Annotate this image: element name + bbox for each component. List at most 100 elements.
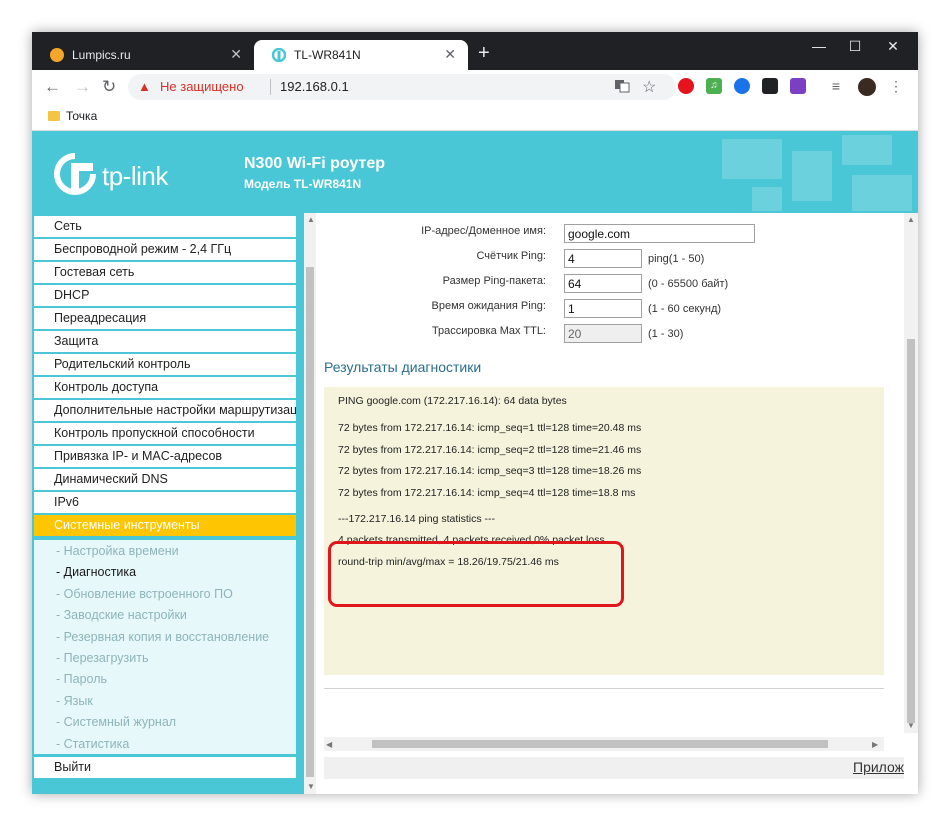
- ttl-hint: (1 - 30): [648, 328, 684, 340]
- horizontal-scrollbar[interactable]: ◀ ▶: [324, 737, 884, 751]
- folder-icon: [48, 111, 60, 121]
- scroll-thumb[interactable]: [306, 267, 314, 777]
- new-tab-button[interactable]: +: [478, 42, 490, 65]
- tab-router[interactable]: TL-WR841N ✕: [254, 40, 468, 70]
- sidebar-scrollbar[interactable]: ▲ ▼: [304, 213, 316, 794]
- logo-text: tp-link: [102, 161, 168, 191]
- scroll-up-icon[interactable]: ▲: [907, 215, 915, 224]
- sidebar-subitem-language[interactable]: - Язык: [56, 694, 93, 708]
- tab-title: TL-WR841N: [294, 48, 361, 62]
- result-line: PING google.com (172.217.16.14): 64 data…: [338, 395, 567, 407]
- opera-extension-icon[interactable]: [678, 78, 694, 94]
- scroll-down-icon[interactable]: ▼: [907, 721, 915, 730]
- window-close-button[interactable]: ✕: [878, 38, 908, 55]
- sidebar-item-forwarding[interactable]: Переадресация: [34, 308, 296, 329]
- sidebar-item-parental[interactable]: Родительский контроль: [34, 354, 296, 375]
- highlight-box: [328, 541, 624, 607]
- security-label[interactable]: Не защищено: [160, 79, 244, 94]
- count-hint: ping(1 - 50): [648, 253, 705, 265]
- sidebar-subitem-factory[interactable]: - Заводские настройки: [56, 608, 187, 622]
- purple-extension-icon[interactable]: [790, 78, 806, 94]
- scroll-down-icon[interactable]: ▼: [307, 782, 315, 791]
- browser-window: Lumpics.ru ✕ TL-WR841N ✕ + — ☐ ✕ ← → ↻ ▲…: [32, 32, 918, 794]
- size-input[interactable]: 64: [564, 274, 642, 293]
- package-extension-icon[interactable]: [762, 78, 778, 94]
- scroll-right-icon[interactable]: ▶: [872, 740, 878, 749]
- bookmark-item[interactable]: Точка: [66, 109, 97, 123]
- sidebar-item-binding[interactable]: Привязка IP- и MAC-адресов: [34, 446, 296, 467]
- scroll-up-icon[interactable]: ▲: [307, 215, 315, 224]
- timeout-label: Время ожидания Ping:: [431, 300, 547, 312]
- footer-link[interactable]: Прилож: [853, 759, 904, 775]
- forward-button[interactable]: →: [74, 77, 91, 97]
- footer-bar: Прилож: [324, 757, 904, 779]
- tplink-logo-icon: [54, 153, 96, 195]
- tab-lumpics[interactable]: Lumpics.ru ✕: [32, 40, 254, 70]
- maximize-button[interactable]: ☐: [840, 38, 870, 55]
- ip-input[interactable]: google.com: [564, 224, 755, 243]
- sidebar-item-system-tools[interactable]: Системные инструменты: [34, 515, 296, 536]
- main-content: IP-адрес/Доменное имя: google.com Счётчи…: [316, 213, 918, 794]
- router-header: tp-link N300 Wi-Fi роутер Модель TL-WR84…: [32, 131, 918, 213]
- sidebar-item-security[interactable]: Защита: [34, 331, 296, 352]
- sidebar-item-bandwidth[interactable]: Контроль пропускной способности: [34, 423, 296, 444]
- translate-icon[interactable]: [614, 78, 630, 97]
- ttl-input: 20: [564, 324, 642, 343]
- count-input[interactable]: 4: [564, 249, 642, 268]
- back-button[interactable]: ←: [44, 77, 61, 97]
- vpn-extension-icon[interactable]: [734, 78, 750, 94]
- bookmarks-bar: Точка: [32, 104, 918, 131]
- ip-label: IP-адрес/Доменное имя:: [421, 225, 546, 237]
- tab-strip: Lumpics.ru ✕ TL-WR841N ✕ + — ☐ ✕: [32, 32, 918, 70]
- sidebar: Сеть Беспроводной режим - 2,4 ГГц Гостев…: [32, 213, 316, 794]
- sidebar-item-network[interactable]: Сеть: [34, 216, 296, 237]
- scroll-left-icon[interactable]: ◀: [326, 740, 332, 749]
- result-line: 72 bytes from 172.217.16.14: icmp_seq=2 …: [338, 444, 642, 456]
- sidebar-item-wireless[interactable]: Беспроводной режим - 2,4 ГГц: [34, 239, 296, 260]
- results-title: Результаты диагностики: [324, 359, 482, 375]
- url-text[interactable]: 192.168.0.1: [280, 79, 349, 94]
- sidebar-subitem-statistics[interactable]: - Статистика: [56, 737, 129, 751]
- more-menu-icon[interactable]: ⋮: [888, 78, 904, 94]
- result-line: ---172.217.16.14 ping statistics ---: [338, 513, 495, 525]
- close-icon[interactable]: ✕: [230, 46, 242, 63]
- model-title: N300 Wi-Fi роутер: [244, 155, 386, 172]
- sidebar-item-routing[interactable]: Дополнительные настройки маршрутизации: [34, 400, 296, 421]
- browser-toolbar: ← → ↻ ▲ Не защищено 192.168.0.1 ☆ ♫ ≡ ⋮: [32, 70, 918, 104]
- address-bar[interactable]: ▲ Не защищено 192.168.0.1 ☆: [128, 74, 676, 100]
- reading-list-icon[interactable]: ≡: [828, 78, 844, 94]
- music-extension-icon[interactable]: ♫: [706, 78, 722, 94]
- count-label: Счётчик Ping:: [476, 250, 546, 262]
- logout-button[interactable]: Выйти: [34, 757, 296, 778]
- main-scrollbar[interactable]: ▲ ▼: [904, 213, 918, 733]
- sidebar-item-dhcp[interactable]: DHCP: [34, 285, 296, 306]
- sidebar-subitem-firmware[interactable]: - Обновление встроенного ПО: [56, 587, 233, 601]
- sidebar-item-guest[interactable]: Гостевая сеть: [34, 262, 296, 283]
- sidebar-subitem-reboot[interactable]: - Перезагрузить: [56, 651, 148, 665]
- divider: [270, 79, 271, 95]
- minimize-button[interactable]: —: [804, 38, 834, 54]
- size-hint: (0 - 65500 байт): [648, 278, 729, 290]
- sidebar-item-access[interactable]: Контроль доступа: [34, 377, 296, 398]
- size-label: Размер Ping-пакета:: [442, 275, 546, 287]
- submenu: - Настройка времени - Диагностика - Обно…: [34, 540, 296, 754]
- avatar[interactable]: [858, 78, 876, 96]
- result-line: 72 bytes from 172.217.16.14: icmp_seq=1 …: [338, 422, 642, 434]
- scroll-thumb[interactable]: [372, 740, 828, 748]
- sidebar-subitem-syslog[interactable]: - Системный журнал: [56, 715, 176, 729]
- sidebar-subitem-time[interactable]: - Настройка времени: [56, 544, 179, 558]
- sidebar-item-ipv6[interactable]: IPv6: [34, 492, 296, 513]
- close-icon[interactable]: ✕: [444, 46, 456, 63]
- timeout-input[interactable]: 1: [564, 299, 642, 318]
- sidebar-subitem-diagnostics[interactable]: - Диагностика: [56, 565, 136, 579]
- scroll-thumb[interactable]: [907, 339, 915, 723]
- reload-button[interactable]: ↻: [102, 77, 116, 97]
- result-line: 72 bytes from 172.217.16.14: icmp_seq=4 …: [338, 487, 636, 499]
- warning-icon[interactable]: ▲: [138, 79, 151, 94]
- timeout-hint: (1 - 60 секунд): [648, 303, 722, 315]
- sidebar-subitem-backup[interactable]: - Резервная копия и восстановление: [56, 630, 269, 644]
- model-subtitle: Модель TL-WR841N: [244, 177, 362, 191]
- sidebar-subitem-password[interactable]: - Пароль: [56, 672, 107, 686]
- sidebar-item-ddns[interactable]: Динамический DNS: [34, 469, 296, 490]
- bookmark-star-icon[interactable]: ☆: [642, 77, 656, 97]
